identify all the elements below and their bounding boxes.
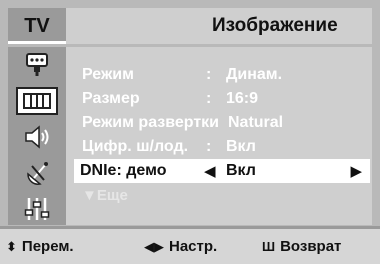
menu-item-label: Размер	[82, 90, 140, 107]
menu-category-sidebar	[8, 47, 66, 225]
menu-item-digital-noise-reduction[interactable]: Цифр. ш/лод. : Вкл	[74, 135, 370, 159]
return-menu-icon: Ш	[262, 239, 276, 254]
picture-icon[interactable]	[16, 87, 58, 115]
page-title: Изображение	[66, 8, 372, 44]
menu-item-separator: :	[206, 90, 212, 107]
increase-arrow-icon[interactable]: ▶	[350, 162, 362, 180]
antenna-channel-icon[interactable]	[16, 159, 58, 187]
menu-item-size[interactable]: Размер : 16:9	[74, 87, 370, 111]
menu-item-value: Вкл	[226, 138, 256, 155]
footer-adjust-hint: ◀▶ Настр.	[144, 229, 217, 264]
menu-item-dnie-demo[interactable]: DNIe: демо ◀ Вкл ▶	[74, 159, 370, 183]
decrease-arrow-icon[interactable]: ◀	[204, 162, 216, 180]
up-down-arrow-icon: ⬍	[6, 238, 17, 254]
menu-item-label: DNIe: демо	[80, 162, 167, 179]
more-label: ▼Еще	[82, 187, 128, 204]
sound-icon[interactable]	[16, 123, 58, 151]
menu-item-value: Динам.	[226, 66, 283, 83]
menu-item-separator: :	[214, 114, 220, 131]
footer-move-label: Перем.	[21, 238, 74, 255]
menu-item-separator: :	[206, 66, 212, 83]
chevron-down-icon: ▼	[82, 186, 97, 204]
footer-adjust-label: Настр.	[169, 238, 218, 255]
more-label-text: Еще	[96, 186, 128, 204]
menu-item-more[interactable]: ▼Еще	[74, 183, 370, 207]
footer-return-hint: Ш Возврат	[262, 229, 341, 264]
menu-item-value: Вкл	[226, 162, 256, 179]
setup-sliders-icon[interactable]	[16, 195, 58, 223]
menu-item-label: Режим	[82, 66, 134, 83]
footer-move-hint: ⬍ Перем.	[6, 229, 74, 264]
menu-item-label: Цифр. ш/лод.	[82, 138, 189, 155]
tv-label: TV	[24, 14, 50, 37]
menu-item-scan-mode[interactable]: Режим развертки : Natural	[74, 111, 370, 135]
tv-osd-menu: TV Изображение Режим: Динам. Размер: 1…	[0, 0, 380, 264]
menu-item-value: 16:9	[226, 90, 259, 107]
menu-item-value: Natural	[228, 114, 284, 131]
menu-item-label: Режим развертки	[82, 114, 220, 131]
input-source-icon[interactable]	[16, 51, 58, 79]
menu-item-mode[interactable]: Режим : Динам.	[74, 63, 370, 87]
title-bar: TV Изображение	[8, 8, 372, 44]
footer-hints: ⬍ Перем. ◀▶ Настр. Ш Возврат	[0, 226, 380, 264]
menu-item-separator: :	[206, 138, 212, 155]
footer-return-label: Возврат	[280, 238, 342, 255]
picture-settings-panel: Режим : Динам. Размер : 16:9 Режим разве…	[66, 47, 372, 225]
left-right-arrow-icon: ◀▶	[144, 238, 164, 254]
